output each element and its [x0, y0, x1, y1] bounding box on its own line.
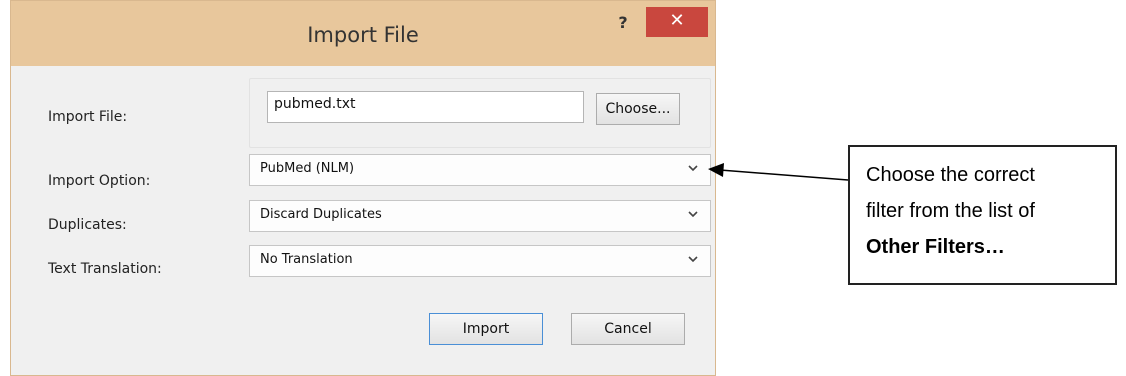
- callout-box: Choose the correct filter from the list …: [848, 145, 1117, 285]
- callout-text-line1: Choose the correct: [866, 164, 1035, 186]
- callout-text-line2: filter from the list of: [866, 200, 1035, 222]
- callout-text-bold: Other Filters…: [866, 236, 1005, 258]
